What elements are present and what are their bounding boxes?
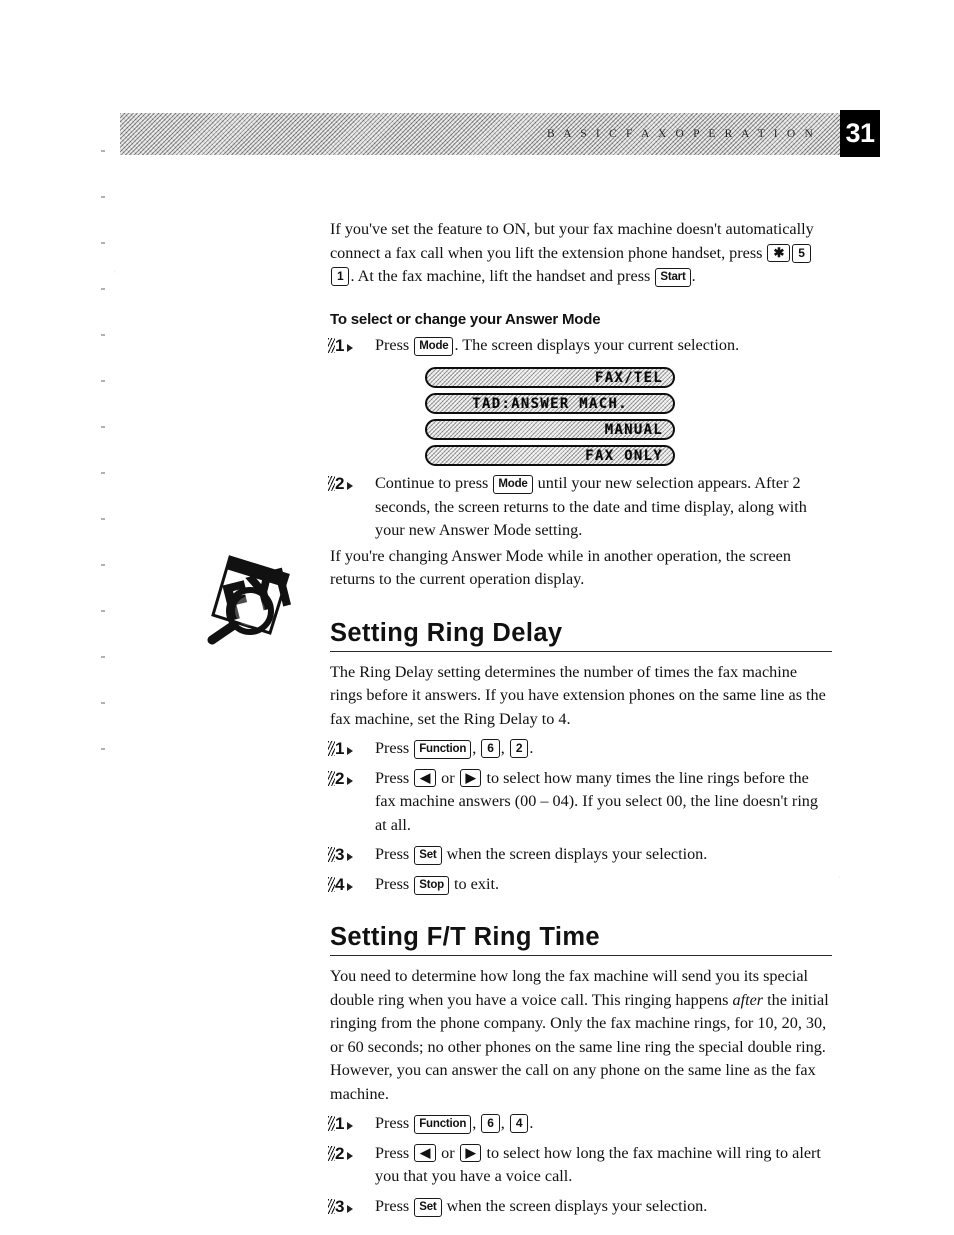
step-number-marker: 3 (328, 1195, 375, 1218)
key-function[interactable]: Function (414, 1115, 472, 1134)
step-text-before: Continue to press (375, 474, 493, 492)
step-text-before: Press (375, 768, 414, 787)
step-separator: , (472, 739, 481, 757)
page-content: If you've set the feature to ON, but you… (328, 218, 832, 1220)
section-ft-ring-time: Setting F/T Ring Time You need to determ… (328, 922, 832, 1219)
step-text-mid: or (437, 1143, 459, 1162)
lcd-display-fax-tel: FAX/TEL (425, 367, 675, 388)
intro-text-3: . (691, 267, 696, 285)
step-text-before: Press (375, 335, 414, 354)
step-text: Press ◀ or ▶ to select how many times th… (375, 767, 832, 838)
key-6[interactable]: 6 (481, 739, 500, 758)
lcd-display-fax-only: FAX ONLY (425, 445, 675, 466)
step-text: Press Set when the screen displays your … (375, 1195, 832, 1219)
answer-mode-step-1: 1 Press Mode. The screen displays your c… (328, 334, 832, 358)
ft-ring-time-step-1: 1 Press Function, 6, 4. (328, 1112, 832, 1136)
step-text: Press Function, 6, 4. (375, 1112, 832, 1136)
key-set[interactable]: Set (414, 846, 442, 865)
step-separator: , (472, 1114, 481, 1132)
lcd-display-stack: FAX/TEL TAD:ANSWER MACH. MANUAL FAX ONLY (425, 367, 675, 466)
lcd-display-manual: MANUAL (425, 419, 675, 440)
step-text-before: Press (375, 1143, 414, 1162)
key-6[interactable]: 6 (481, 1114, 500, 1133)
step-number-marker: 1 (328, 1112, 375, 1135)
answer-mode-subheading: To select or change your Answer Mode (330, 310, 601, 328)
lcd-text: FAX ONLY (585, 447, 663, 464)
step-text: Press Mode. The screen displays your cur… (375, 334, 832, 358)
step-text-before: Press (375, 739, 414, 757)
ring-delay-step-4: 4 Press Stop to exit. (328, 873, 832, 897)
key-arrow-left[interactable]: ◀ (414, 1143, 437, 1162)
intro-paragraph: If you've set the feature to ON, but you… (330, 218, 832, 289)
ring-delay-step-3: 3 Press Set when the screen displays you… (328, 843, 832, 867)
page-number-value: 31 (845, 118, 875, 148)
intro-text-2: . At the fax machine, lift the handset a… (350, 267, 655, 285)
ft-intro-emphasis: after (732, 990, 764, 1009)
answer-mode-step-2: 2 Continue to press Mode until your new … (328, 472, 832, 543)
heading-rule (330, 955, 832, 956)
key-mode[interactable]: Mode (493, 475, 533, 494)
step-number-marker: 1 (328, 737, 375, 760)
key-2[interactable]: 2 (509, 739, 529, 758)
step-text: Press Stop to exit. (375, 873, 832, 897)
key-start[interactable]: Start (655, 268, 691, 287)
step-text-after: . (529, 739, 534, 757)
lcd-text: TAD:ANSWER MACH. (472, 395, 628, 412)
step-text: Continue to press Mode until your new se… (375, 472, 832, 543)
fyi-icon (196, 545, 300, 645)
section-ring-delay: Setting Ring Delay The Ring Delay settin… (328, 618, 832, 897)
step-number-marker: 1 (328, 334, 375, 357)
ft-ring-time-step-2: 2 Press ◀ or ▶ to select how long the fa… (328, 1142, 832, 1189)
lcd-text: MANUAL (604, 421, 663, 438)
margin-registration-marks (101, 150, 105, 770)
step-text-after: . The screen displays your current selec… (454, 335, 740, 354)
key-arrow-right[interactable]: ▶ (459, 1143, 482, 1162)
running-header-band: B A S I C F A X O P E R A T I O N (120, 113, 842, 155)
step-text-after: when the screen displays your selection. (442, 1196, 708, 1215)
step-text: Press ◀ or ▶ to select how long the fax … (375, 1142, 832, 1189)
step-text-after: to exit. (449, 874, 499, 893)
step-separator-2: , (500, 1114, 509, 1132)
ring-delay-heading: Setting Ring Delay (330, 618, 563, 647)
step-text-before: Press (375, 1196, 414, 1215)
intro-text-1: If you've set the feature to ON, but you… (330, 220, 814, 262)
key-arrow-left[interactable]: ◀ (414, 768, 437, 787)
ring-delay-step-2: 2 Press ◀ or ▶ to select how many times … (328, 767, 832, 838)
step-text-before: Press (375, 1114, 414, 1132)
page-number-badge: 31 (840, 110, 880, 157)
answer-mode-closing-paragraph: If you're changing Answer Mode while in … (330, 546, 791, 589)
ft-ring-time-step-3: 3 Press Set when the screen displays you… (328, 1195, 832, 1219)
key-5[interactable]: 5 (792, 243, 811, 263)
step-text-before: Press (375, 845, 414, 863)
key-1[interactable]: 1 (331, 267, 350, 286)
key-set[interactable]: Set (414, 1197, 442, 1217)
step-number-marker: 4 (328, 873, 375, 896)
step-number-marker: 2 (328, 1142, 375, 1165)
ft-ring-time-intro: You need to determine how long the fax m… (330, 965, 832, 1106)
heading-rule (330, 650, 832, 652)
lcd-display-tad-answer-mach: TAD:ANSWER MACH. (425, 393, 675, 414)
ring-delay-step-1: 1 Press Function, 6, 2. (328, 737, 832, 761)
key-function[interactable]: Function (414, 740, 472, 759)
step-text-mid: or (437, 768, 459, 787)
lcd-text: FAX/TEL (594, 369, 663, 386)
step-text: Press Function, 6, 2. (375, 737, 832, 761)
running-header-title: B A S I C F A X O P E R A T I O N (547, 128, 816, 140)
key-4[interactable]: 4 (509, 1114, 529, 1133)
step-text-after: when the screen displays your selection. (442, 845, 708, 863)
step-separator-2: , (500, 739, 509, 757)
ft-ring-time-heading: Setting F/T Ring Time (330, 923, 601, 951)
step-text: Press Set when the screen displays your … (375, 843, 832, 867)
key-stop[interactable]: Stop (414, 875, 449, 895)
step-text-before: Press (375, 874, 414, 893)
key-arrow-right[interactable]: ▶ (459, 768, 482, 787)
step-text-after: . (529, 1114, 534, 1132)
step-number-marker: 3 (328, 843, 375, 866)
step-number-marker: 2 (328, 767, 375, 790)
ring-delay-intro: The Ring Delay setting determines the nu… (330, 662, 826, 728)
key-star[interactable]: ✱ (767, 243, 791, 262)
step-number-marker: 2 (328, 472, 375, 495)
key-mode[interactable]: Mode (414, 336, 454, 356)
